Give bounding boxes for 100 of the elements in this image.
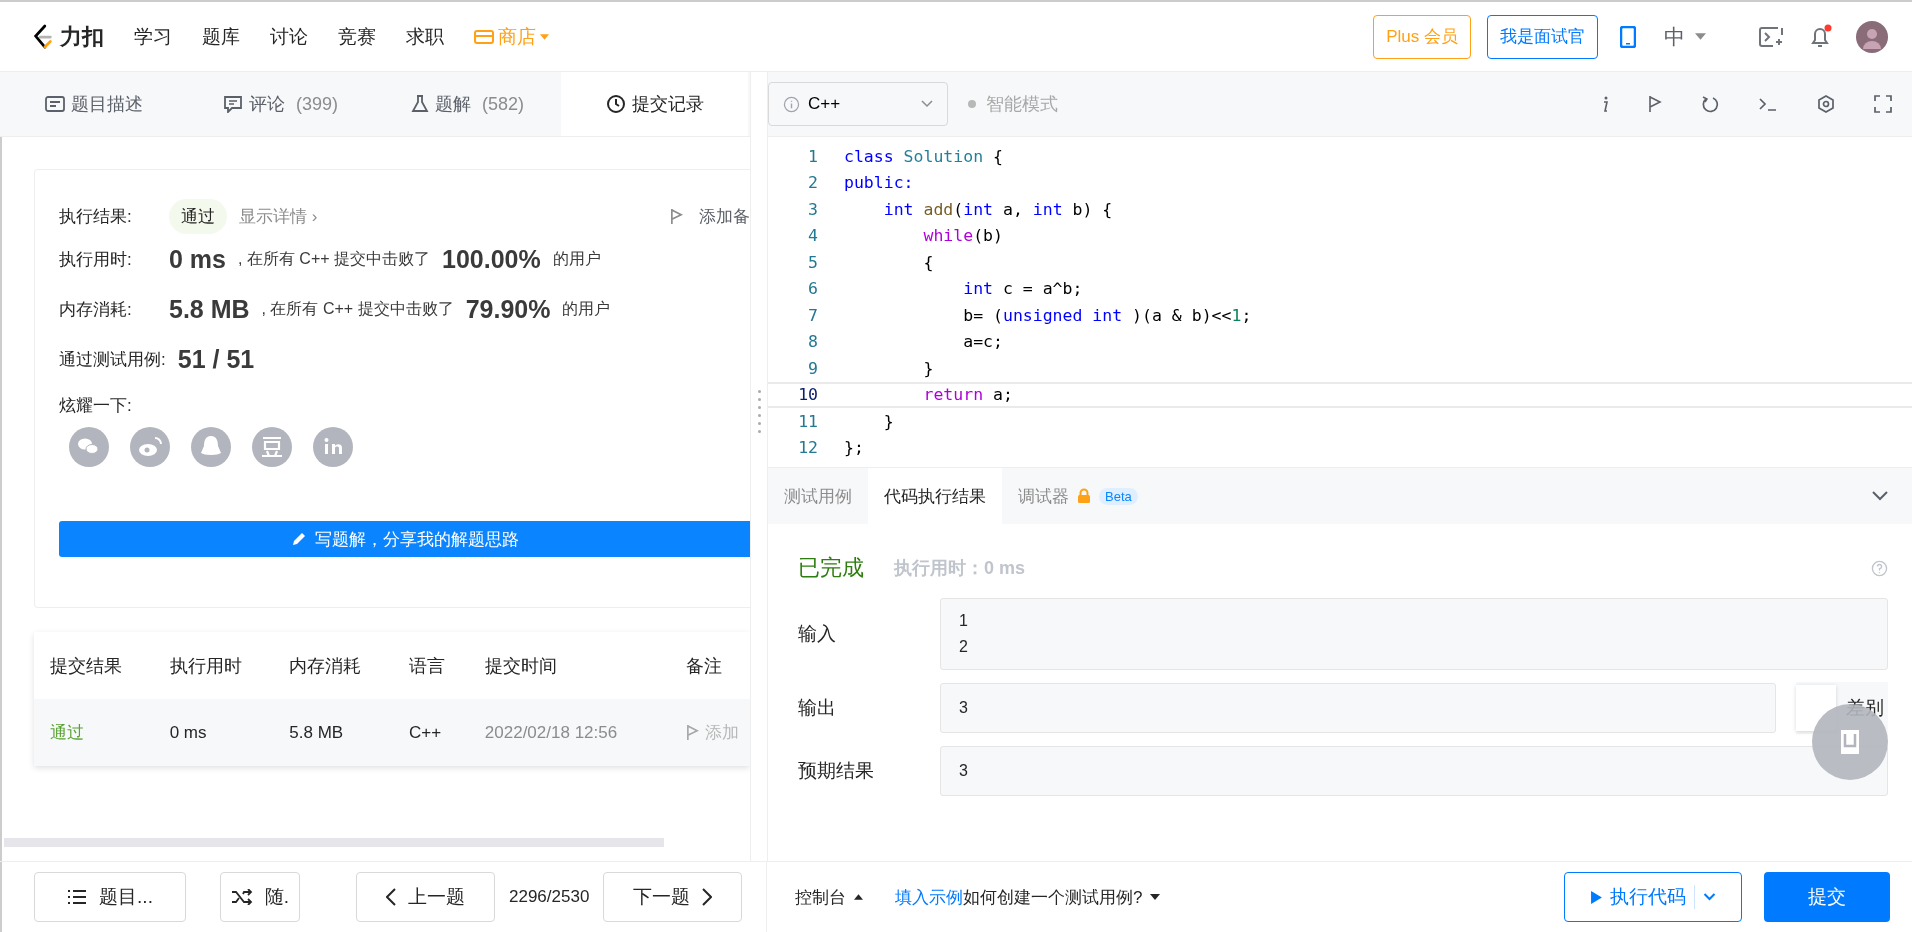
nav-link[interactable]: 竞赛 [338, 23, 376, 50]
line-number: 12 [797, 438, 818, 458]
table-cell-text: 5.8 MB [288, 722, 345, 743]
terminal-icon[interactable] [1758, 96, 1778, 112]
column-header: 提交时间 [483, 654, 558, 678]
line-number: 7 [807, 305, 818, 325]
shuffle-icon [230, 889, 253, 905]
penguin-icon[interactable] [191, 427, 231, 467]
input-label: 输入 [798, 622, 837, 646]
test-cases-value: 51 / 51 [177, 344, 255, 374]
info-icon [783, 95, 800, 113]
table-cell-text: 0 ms [168, 722, 208, 743]
panel-tab[interactable]: 题解 (582) [374, 72, 561, 136]
panel-tab[interactable]: 提交记录 [561, 72, 748, 136]
scrollbar[interactable] [4, 838, 664, 847]
runtime-text: , 在所有 C++ 提交中击败了 [238, 248, 430, 269]
line-number: 2 [807, 173, 818, 193]
tablet-icon[interactable] [1620, 25, 1636, 48]
caret-icon [1150, 894, 1161, 900]
memory-percentile: 79.90% [465, 294, 551, 324]
logo-icon[interactable] [32, 23, 54, 50]
run-status: 已完成 [798, 554, 864, 582]
line-number: 9 [807, 358, 818, 378]
code-editor[interactable]: 1 class Solution { 2 public: 3 int add(int a, int b) { 4 while(b) 5 { 6 int c = a^b; 7 b= (unsigned int )(a & b)<<1; 8 a=c; 9 } 10 return a; 11 } 12 }; [768, 137, 1912, 467]
diff-label: 差别 [1846, 696, 1884, 720]
next-problem-button[interactable]: 下一题 [603, 872, 743, 922]
chevron-right-icon [702, 888, 713, 906]
code-line: while(b) [922, 226, 1003, 246]
details-link[interactable]: 显示详情 › [239, 204, 318, 228]
memory-value: 5.8 MB [169, 294, 250, 324]
run-code-button[interactable]: 执行代码 [1564, 872, 1742, 922]
input-value: 1 [959, 611, 969, 631]
pencil-icon [290, 531, 307, 547]
code-line: }; [844, 438, 864, 458]
chevron-left-icon [386, 888, 396, 906]
submit-button[interactable]: 提交 [1764, 872, 1890, 922]
line-number: 5 [807, 252, 818, 272]
expected-value: 3 [959, 762, 969, 780]
avatar[interactable] [1856, 20, 1888, 53]
column-header: 语言 [408, 654, 446, 678]
code-line: a=c; [962, 332, 1003, 352]
memory-label: 内存消耗: [59, 298, 133, 321]
column-header: 执行用时 [168, 654, 243, 678]
code-line: b= (unsigned int )(a & b)<<1; [962, 305, 1252, 325]
nav-link[interactable]: 求职 [406, 23, 444, 50]
table-cell-text: 2022/02/18 12:56 [483, 722, 619, 743]
play-icon [1590, 890, 1602, 904]
beta-badge: Beta [1099, 487, 1138, 505]
howto-link[interactable]: 如何创建一个测试用例? [963, 885, 1161, 909]
language-menu-button[interactable]: 中 [1658, 21, 1712, 52]
nav-link[interactable]: 题库 [202, 23, 240, 50]
fullscreen-icon[interactable] [1874, 95, 1892, 113]
random-problem-button[interactable]: 随. [220, 872, 300, 922]
previous-problem-button[interactable]: 上一题 [356, 872, 495, 922]
notification-bell-icon[interactable] [1808, 23, 1834, 50]
flask-icon [411, 94, 429, 114]
code-line: return a; [922, 385, 1013, 405]
flag-icon[interactable] [1648, 95, 1662, 113]
console-toggle[interactable]: 控制台 [795, 885, 863, 909]
reset-icon[interactable] [1700, 94, 1720, 114]
caret-up-icon [854, 894, 863, 900]
panel-tab[interactable]: 题目描述 [0, 72, 187, 136]
wechat-icon[interactable] [69, 427, 109, 467]
code-line: int add(int a, int b) { [882, 199, 1113, 219]
nav-link[interactable]: 学习 [134, 23, 172, 50]
nav-link[interactable]: 讨论 [270, 23, 308, 50]
run-time: 执行用时：0 ms [894, 557, 1026, 580]
runtime-label: 执行用时: [59, 248, 133, 271]
fill-example-link[interactable]: 填入示例 [895, 885, 963, 909]
chevron-down-icon [921, 100, 933, 108]
code-line: } [882, 411, 894, 431]
flag-icon [686, 724, 700, 741]
caret-icon [1695, 33, 1706, 40]
settings-icon[interactable] [1816, 94, 1836, 114]
panel-tab[interactable]: 评论 (399) [187, 72, 374, 136]
share-label: 炫耀一下: [59, 395, 133, 417]
collapse-chevron-icon[interactable] [1872, 491, 1888, 501]
logo-text[interactable]: 力扣 [60, 21, 104, 52]
flag-icon[interactable] [670, 207, 683, 225]
problem-list-button[interactable]: 题目... [34, 872, 186, 922]
add-note-link[interactable]: 添加备 [699, 204, 750, 228]
write-solution-button[interactable]: 写题解，分享我的解题思路 [59, 521, 750, 557]
language-select[interactable]: C++ [768, 82, 948, 126]
document-icon [44, 96, 65, 112]
column-header: 备注 [685, 654, 724, 678]
line-number: 6 [807, 279, 818, 299]
column-header: 提交结果 [49, 654, 123, 678]
status-badge: 通过 [169, 198, 227, 234]
console-plus-icon[interactable] [1758, 24, 1786, 49]
line-number: 11 [797, 411, 818, 431]
weibo-icon[interactable] [130, 427, 170, 467]
line-number: 8 [807, 332, 818, 352]
line-number: 10 [797, 385, 818, 405]
douban-icon[interactable] [252, 427, 292, 467]
output-label: 输出 [798, 696, 837, 720]
linkedin-icon[interactable] [313, 427, 353, 467]
resize-handle[interactable] [757, 390, 761, 433]
interviewer-button[interactable]: 我是面试官 [1487, 14, 1598, 59]
console-tab[interactable]: 代码执行结果 [868, 468, 1002, 524]
runtime-tail: 的用户 [552, 248, 601, 269]
